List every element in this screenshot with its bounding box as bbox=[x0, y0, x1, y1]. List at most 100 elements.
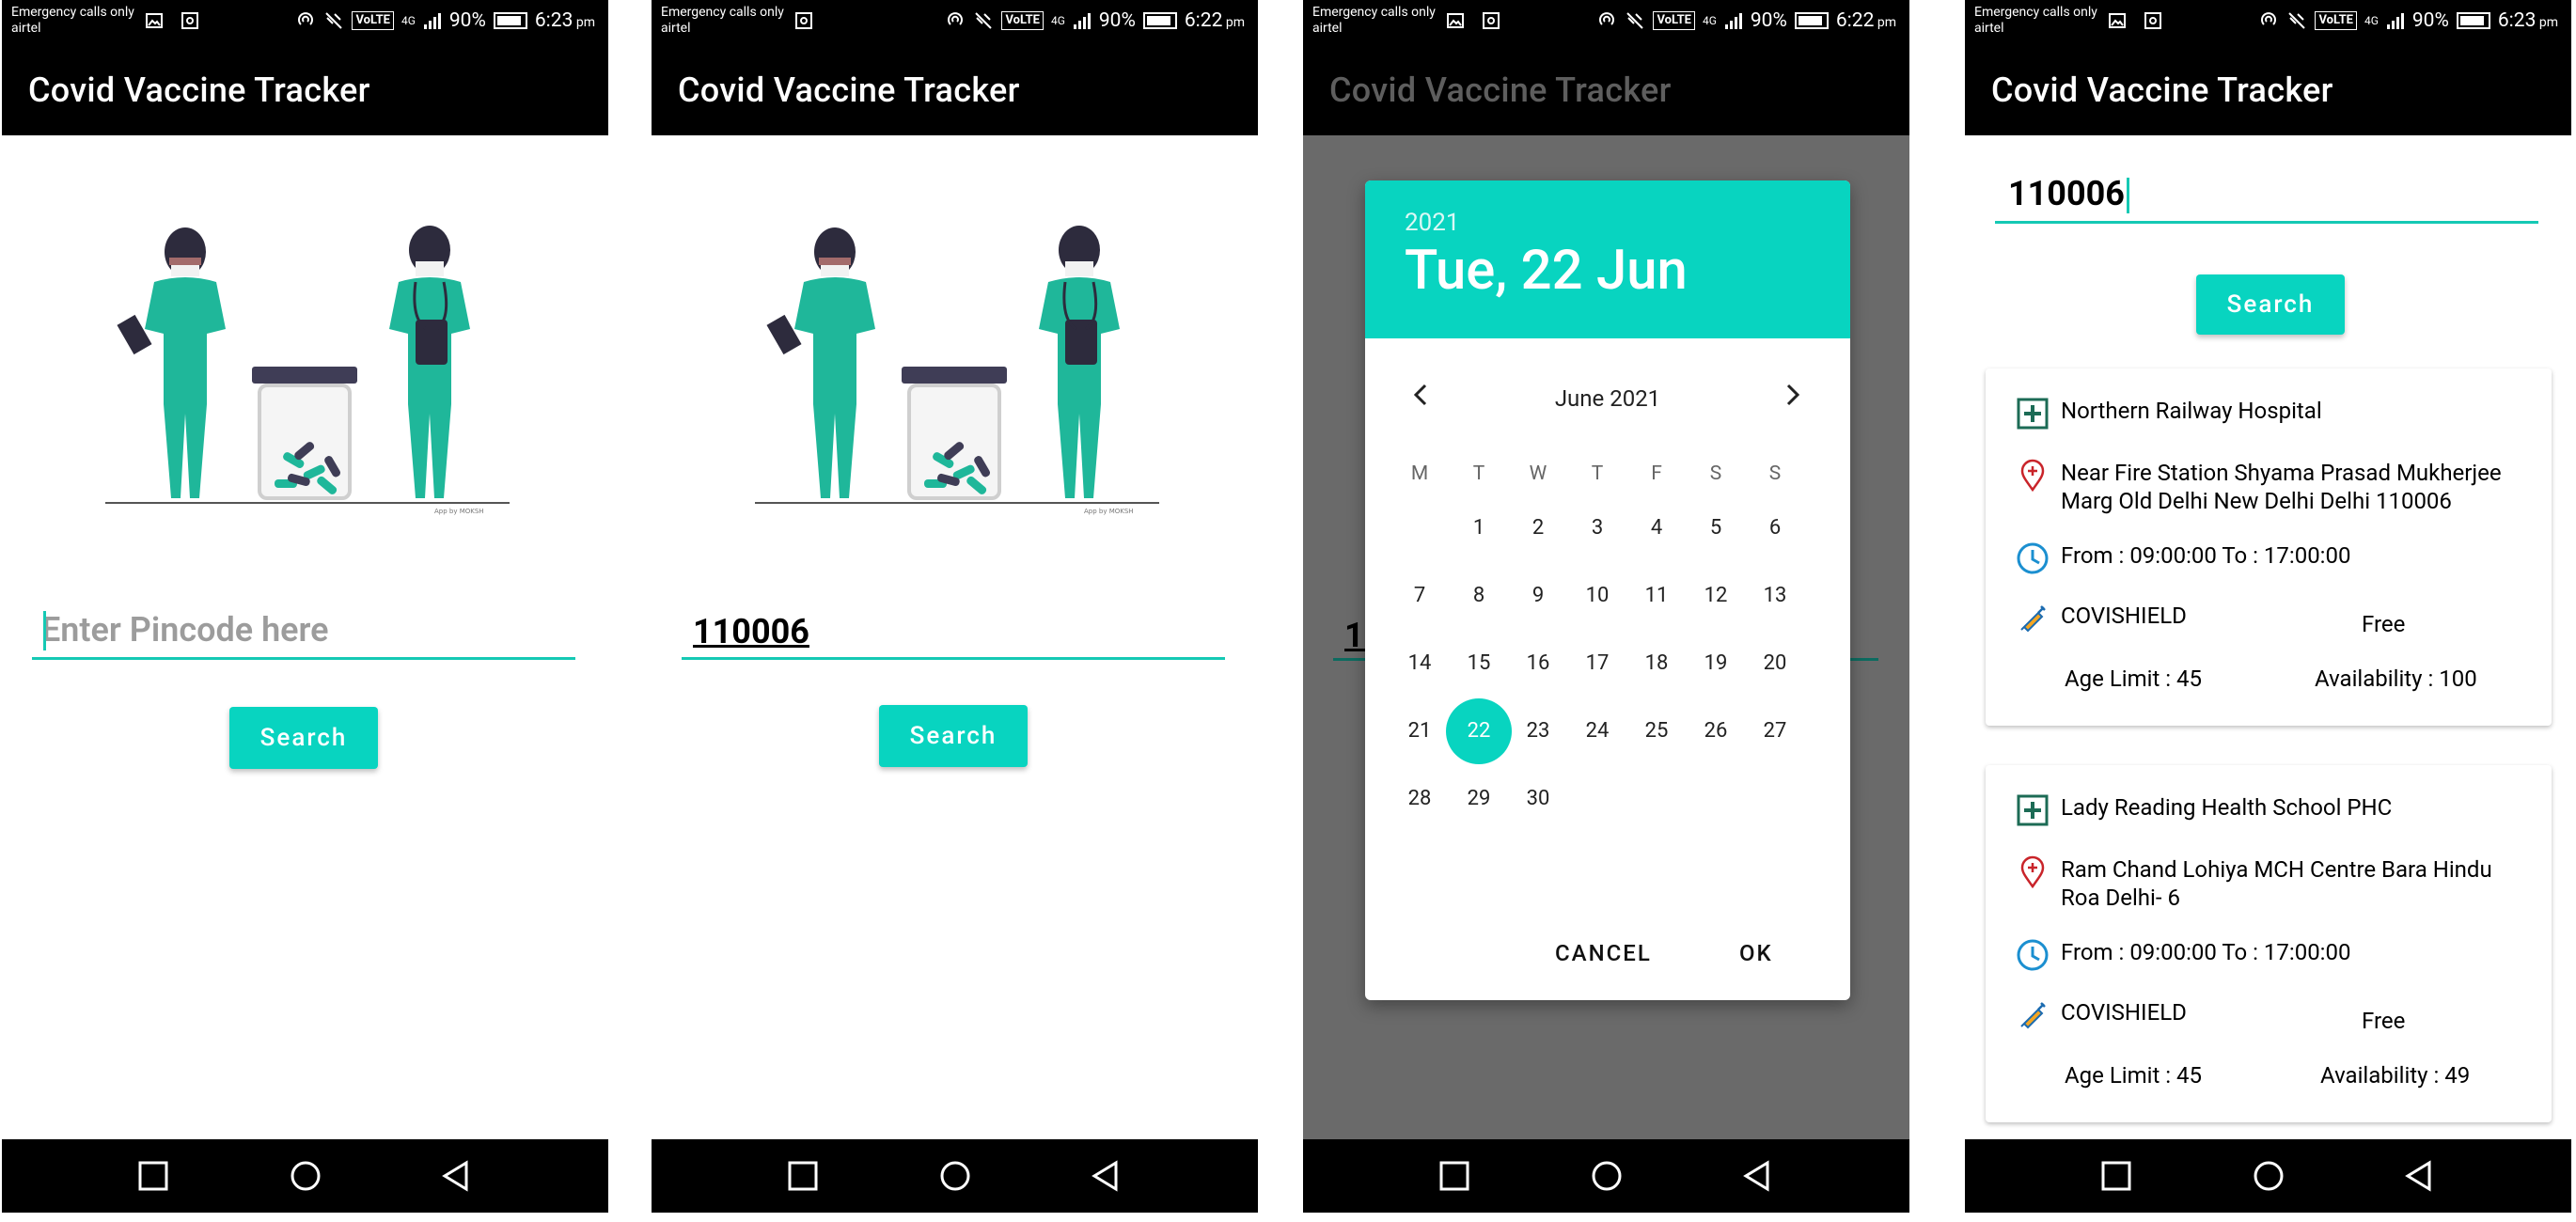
calendar-day[interactable]: 11 bbox=[1624, 563, 1689, 629]
center-name-row: Lady Reading Health School PHC bbox=[2016, 793, 2512, 827]
fee-type: Free bbox=[2362, 611, 2406, 637]
calendar-day[interactable]: 29 bbox=[1446, 766, 1512, 832]
pincode-value[interactable]: 110006 bbox=[693, 612, 809, 651]
search-button[interactable]: Search bbox=[2196, 274, 2345, 335]
signal-icon bbox=[1724, 13, 1742, 29]
home-icon[interactable] bbox=[2253, 1160, 2285, 1192]
recents-icon[interactable] bbox=[787, 1160, 819, 1192]
pincode-input[interactable] bbox=[32, 602, 575, 657]
home-icon[interactable] bbox=[939, 1160, 971, 1192]
wifi-off-icon bbox=[325, 12, 343, 29]
status-bar: Emergency calls only airtel VoLTE 4G 90% … bbox=[1965, 0, 2571, 45]
weekday-label: F bbox=[1651, 462, 1662, 485]
syringe-icon bbox=[2020, 1002, 2046, 1029]
calendar-day[interactable]: 19 bbox=[1683, 631, 1749, 697]
back-icon[interactable] bbox=[1090, 1160, 1122, 1192]
calendar-day[interactable]: 20 bbox=[1742, 631, 1808, 697]
clock: 6:22 pm bbox=[1184, 9, 1245, 32]
calendar-day[interactable]: 4 bbox=[1624, 495, 1689, 561]
calendar-day[interactable]: 27 bbox=[1742, 698, 1808, 764]
calendar-day[interactable]: 23 bbox=[1505, 698, 1571, 764]
wifi-off-icon bbox=[2288, 12, 2306, 29]
calendar-day[interactable]: 21 bbox=[1387, 698, 1453, 764]
calendar-day[interactable]: 9 bbox=[1505, 563, 1571, 629]
pincode-field[interactable]: 110006 bbox=[682, 602, 1225, 660]
recents-icon[interactable] bbox=[137, 1160, 169, 1192]
center-card[interactable]: Northern Railway Hospital Near Fire Stat… bbox=[1986, 368, 2552, 726]
chevron-right-icon[interactable] bbox=[1777, 380, 1807, 410]
calendar-day[interactable]: 1 bbox=[1446, 495, 1512, 561]
calendar-day[interactable]: 24 bbox=[1564, 698, 1630, 764]
clock-icon bbox=[2017, 542, 2049, 574]
app-bar: Covid Vaccine Tracker bbox=[1303, 45, 1909, 135]
home-icon[interactable] bbox=[1591, 1160, 1623, 1192]
hospital-icon bbox=[2017, 794, 2049, 826]
calendar-day[interactable]: 7 bbox=[1387, 563, 1453, 629]
calendar-day[interactable]: 2 bbox=[1505, 495, 1571, 561]
battery-icon bbox=[1794, 12, 1829, 29]
screenshot-icon bbox=[2144, 12, 2161, 29]
selected-year[interactable]: 2021 bbox=[1405, 209, 1850, 237]
image-icon bbox=[1447, 13, 1464, 28]
date-picker-header: 2021 Tue, 22 Jun bbox=[1365, 180, 1850, 338]
calendar-day[interactable]: 25 bbox=[1624, 698, 1689, 764]
pincode-field[interactable]: 110006 bbox=[1995, 167, 2538, 224]
screen-results: Emergency calls only airtel VoLTE 4G 90% … bbox=[1965, 0, 2571, 1213]
screen-empty-search: Emergency calls only airtel VoLTE 4G 90% … bbox=[2, 0, 608, 1213]
calendar-day[interactable]: 5 bbox=[1683, 495, 1749, 561]
recents-icon[interactable] bbox=[1438, 1160, 1470, 1192]
weekday-label: T bbox=[1472, 462, 1485, 485]
recents-icon[interactable] bbox=[2100, 1160, 2132, 1192]
pincode-field[interactable] bbox=[32, 602, 575, 660]
calendar-day[interactable]: 12 bbox=[1683, 563, 1749, 629]
battery-percent: 90% bbox=[2411, 9, 2449, 32]
back-icon[interactable] bbox=[2403, 1160, 2435, 1192]
calendar-day[interactable]: 18 bbox=[1624, 631, 1689, 697]
calendar-day[interactable]: 8 bbox=[1446, 563, 1512, 629]
calendar-day[interactable]: 13 bbox=[1742, 563, 1808, 629]
battery-icon bbox=[1142, 12, 1177, 29]
center-name: Lady Reading Health School PHC bbox=[2061, 794, 2393, 821]
illustration-credit: App by MOKSH bbox=[1084, 508, 1134, 515]
search-button[interactable]: Search bbox=[229, 707, 378, 769]
clock: 6:23 pm bbox=[2497, 9, 2558, 32]
center-timing-row: From : 09:00:00 To : 17:00:00 bbox=[2016, 541, 2512, 575]
center-card[interactable]: Lady Reading Health School PHC Ram Chand… bbox=[1986, 765, 2552, 1122]
center-address: Ram Chand Lohiya MCH Centre Bara Hindu R… bbox=[2061, 856, 2492, 911]
screenshot-collage: Emergency calls only airtel VoLTE 4G 90% … bbox=[0, 0, 2576, 1222]
image-icon bbox=[146, 13, 163, 28]
center-timing: From : 09:00:00 To : 17:00:00 bbox=[2061, 542, 2351, 569]
network-type: 4G bbox=[1702, 14, 1717, 27]
hospital-icon bbox=[2017, 398, 2049, 430]
search-button[interactable]: Search bbox=[879, 705, 1028, 767]
network-type: 4G bbox=[2364, 14, 2379, 27]
age-limit: Age Limit : 45 bbox=[2065, 666, 2203, 692]
back-icon[interactable] bbox=[440, 1160, 472, 1192]
calendar-day[interactable]: 15 bbox=[1446, 631, 1512, 697]
calendar-day[interactable]: 6 bbox=[1742, 495, 1808, 561]
location-pin-icon bbox=[2020, 855, 2045, 889]
cancel-button[interactable]: CANCEL bbox=[1555, 940, 1652, 966]
calendar-day[interactable]: 3 bbox=[1564, 495, 1630, 561]
center-address: Near Fire Station Shyama Prasad Mukherje… bbox=[2061, 460, 2502, 514]
calendar-day[interactable]: 30 bbox=[1505, 766, 1571, 832]
wifi-off-icon bbox=[1626, 12, 1644, 29]
calendar-day[interactable]: 17 bbox=[1564, 631, 1630, 697]
clock: 6:23 pm bbox=[534, 9, 595, 32]
calendar-day[interactable]: 16 bbox=[1505, 631, 1571, 697]
calendar-day-selected[interactable]: 22 bbox=[1446, 698, 1512, 764]
calendar-day[interactable]: 28 bbox=[1387, 766, 1453, 832]
ok-button[interactable]: OK bbox=[1739, 940, 1773, 966]
calendar-day[interactable]: 26 bbox=[1683, 698, 1749, 764]
center-vaccine-row: COVISHIELD bbox=[2016, 602, 2512, 635]
home-icon[interactable] bbox=[290, 1160, 322, 1192]
status-right: VoLTE 4G 90% 6:23 pm bbox=[295, 9, 595, 32]
calendar-day[interactable]: 10 bbox=[1564, 563, 1630, 629]
doctors-illustration: App by MOKSH bbox=[105, 226, 510, 515]
clock-icon bbox=[2017, 939, 2049, 971]
age-limit: Age Limit : 45 bbox=[2065, 1062, 2203, 1089]
calendar-day[interactable]: 14 bbox=[1387, 631, 1453, 697]
selected-date[interactable]: Tue, 22 Jun bbox=[1405, 239, 1850, 303]
back-icon[interactable] bbox=[1741, 1160, 1773, 1192]
pincode-value[interactable]: 110006 bbox=[2008, 174, 2129, 213]
